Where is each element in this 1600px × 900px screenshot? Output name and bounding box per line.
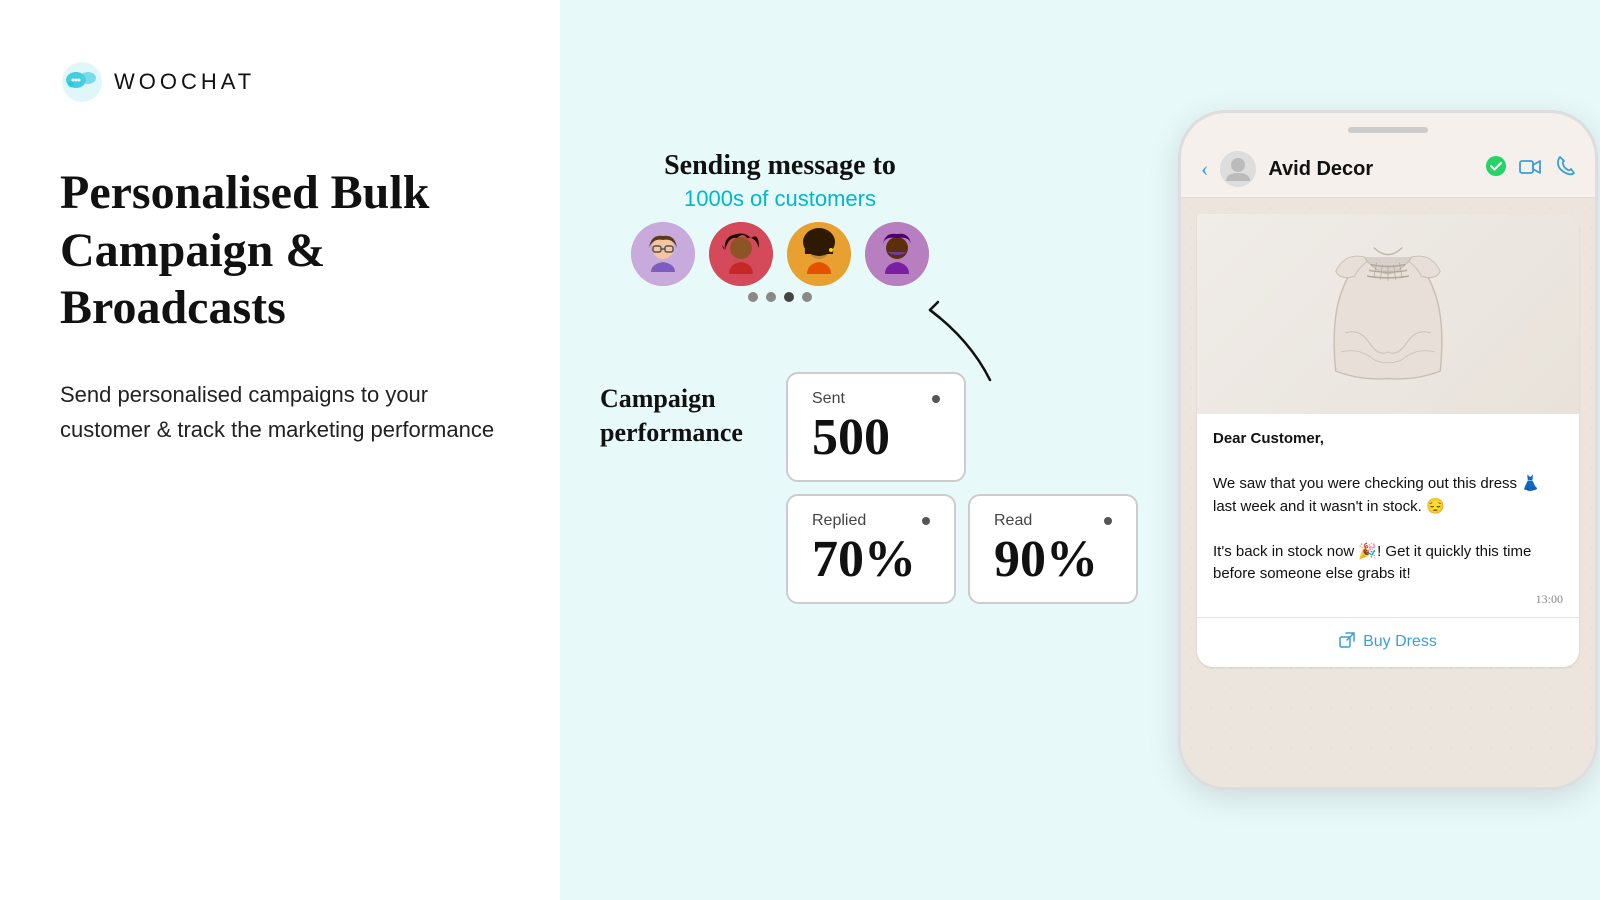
buy-dress-button[interactable]: Buy Dress [1197, 617, 1579, 667]
avatars-row [600, 222, 960, 286]
message-text: Dear Customer, We saw that you were chec… [1213, 428, 1563, 586]
woochat-logo-icon [60, 60, 104, 104]
message-line1: We saw that you were checking out this d… [1213, 475, 1540, 515]
phone-body: Dear Customer, We saw that you were chec… [1181, 198, 1595, 787]
message-time: 13:00 [1213, 592, 1563, 607]
campaign-performance-label: Campaign performance [600, 372, 770, 450]
phone-notch [1181, 113, 1595, 141]
contact-name: Avid Decor [1268, 158, 1473, 181]
stats-bottom: Replied 70% Read 90% [786, 494, 1138, 604]
avatar-4 [865, 222, 929, 286]
headline: Personalised Bulk Campaign & Broadcasts [60, 164, 500, 337]
message-salutation: Dear Customer, [1213, 430, 1324, 447]
message-bubble: Dear Customer, We saw that you were chec… [1197, 214, 1579, 667]
logo-text: WOOCHAT [114, 69, 255, 95]
sent-dot [932, 395, 940, 403]
description: Send personalised campaigns to your cust… [60, 377, 500, 447]
stat-sent-value: 500 [812, 412, 940, 464]
avatar-1 [631, 222, 695, 286]
right-panel: Sending message to 1000s of customers [560, 0, 1600, 900]
stat-sent: Sent 500 [786, 372, 966, 482]
back-button[interactable]: ‹ [1201, 156, 1208, 182]
stat-sent-label: Sent [812, 390, 940, 408]
verified-badge [1485, 155, 1507, 183]
phone-mockup: ‹ Avid Decor [1178, 110, 1598, 790]
phone-header: ‹ Avid Decor [1181, 141, 1595, 198]
dots-row [600, 292, 960, 302]
message-line2: It's back in stock now 🎉! Get it quickly… [1213, 543, 1531, 583]
left-panel: WOOCHAT Personalised Bulk Campaign & Bro… [0, 0, 560, 900]
dot-4 [802, 292, 812, 302]
dot-3 [784, 292, 794, 302]
read-dot [1104, 517, 1112, 525]
stats-top: Sent 500 [786, 372, 1138, 482]
contact-avatar [1220, 151, 1256, 187]
header-actions [1519, 156, 1575, 182]
sending-title: Sending message to [600, 150, 960, 182]
phone-call-icon[interactable] [1557, 156, 1575, 182]
sending-message-box: Sending message to 1000s of customers [600, 150, 960, 302]
avatar-2 [709, 222, 773, 286]
product-image [1197, 214, 1579, 414]
stat-read-label: Read [994, 512, 1112, 530]
avatar-3 [787, 222, 851, 286]
stat-replied-value: 70% [812, 534, 930, 586]
logo-area: WOOCHAT [60, 60, 500, 104]
external-link-icon [1339, 632, 1355, 653]
campaign-section: Campaign performance Sent 500 [600, 372, 1138, 604]
video-call-icon[interactable] [1519, 158, 1541, 181]
stats-grid: Sent 500 Replied 70% [786, 372, 1138, 604]
stat-read: Read 90% [968, 494, 1138, 604]
message-text-area: Dear Customer, We saw that you were chec… [1197, 414, 1579, 617]
dot-2 [766, 292, 776, 302]
notch-pill [1348, 127, 1428, 133]
demo-left: Sending message to 1000s of customers [600, 110, 1138, 604]
buy-button-label: Buy Dress [1363, 633, 1437, 651]
sending-subtitle: 1000s of customers [684, 186, 876, 211]
replied-dot [922, 517, 930, 525]
stat-replied-label: Replied [812, 512, 930, 530]
stat-read-value: 90% [994, 534, 1112, 586]
dot-1 [748, 292, 758, 302]
stat-replied: Replied 70% [786, 494, 956, 604]
demo-container: Sending message to 1000s of customers [600, 110, 1598, 790]
